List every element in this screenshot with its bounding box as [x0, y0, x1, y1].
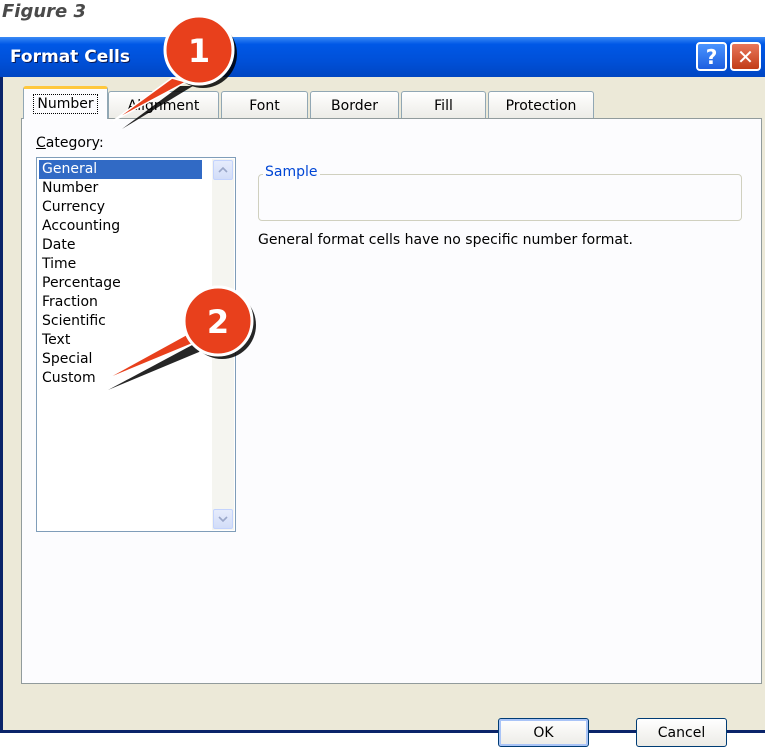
tab-label: Protection [505, 97, 577, 114]
dialog-body: Number Alignment Font Border Fill Protec… [3, 77, 765, 747]
category-item-scientific[interactable]: Scientific [39, 312, 202, 331]
category-item-date[interactable]: Date [39, 236, 202, 255]
tab-border[interactable]: Border [310, 91, 399, 119]
category-item-accounting[interactable]: Accounting [39, 217, 202, 236]
category-label: Category: [36, 135, 104, 151]
chevron-down-icon [218, 516, 228, 523]
figure-caption: Figure 3 [2, 1, 87, 22]
sample-group: Sample [258, 164, 742, 221]
close-button[interactable]: ✕ [730, 42, 761, 71]
category-item-custom[interactable]: Custom [39, 369, 202, 388]
close-icon: ✕ [737, 44, 754, 69]
category-item-fraction[interactable]: Fraction [39, 293, 202, 312]
tab-alignment[interactable]: Alignment [108, 91, 219, 119]
title-bar[interactable]: Format Cells ? ✕ [0, 37, 765, 77]
tab-label: Number [33, 94, 98, 114]
category-item-time[interactable]: Time [39, 255, 202, 274]
help-button[interactable]: ? [696, 42, 727, 71]
tab-strip: Number Alignment Font Border Fill Protec… [3, 77, 765, 119]
tab-label: Font [249, 97, 280, 114]
category-item-number[interactable]: Number [39, 179, 202, 198]
scroll-up-button[interactable] [213, 160, 233, 180]
tab-number[interactable]: Number [23, 86, 108, 119]
category-item-currency[interactable]: Currency [39, 198, 202, 217]
help-icon: ? [705, 44, 718, 69]
listbox-scrollbar[interactable] [212, 159, 234, 530]
tab-label: Fill [434, 97, 453, 114]
scroll-down-button[interactable] [213, 509, 233, 529]
category-item-special[interactable]: Special [39, 350, 202, 369]
number-tab-panel: Category: General Number Currency Accoun… [21, 118, 762, 684]
sample-legend: Sample [263, 164, 320, 180]
tab-protection[interactable]: Protection [488, 91, 594, 119]
chevron-up-icon [218, 166, 228, 173]
tab-label: Border [331, 97, 378, 114]
tab-label: Alignment [127, 97, 200, 114]
category-item-general[interactable]: General [39, 160, 202, 179]
format-cells-dialog: Format Cells ? ✕ Number Alignment Font B… [0, 37, 765, 747]
tab-fill[interactable]: Fill [401, 91, 486, 119]
category-listbox[interactable]: General Number Currency Accounting Date … [36, 157, 236, 532]
category-item-text[interactable]: Text [39, 331, 202, 350]
format-description: General format cells have no specific nu… [258, 232, 633, 248]
tab-font[interactable]: Font [221, 91, 308, 119]
dialog-title: Format Cells [10, 47, 130, 67]
category-item-percentage[interactable]: Percentage [39, 274, 202, 293]
